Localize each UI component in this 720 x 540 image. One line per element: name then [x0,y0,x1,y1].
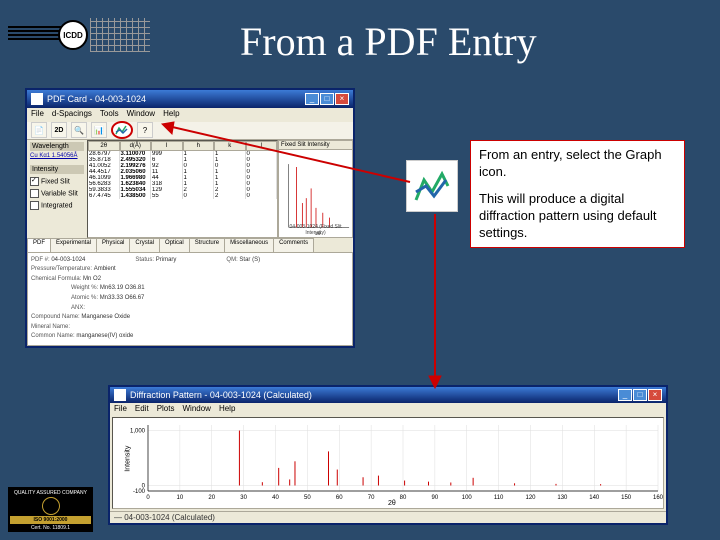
svg-text:130: 130 [557,495,568,501]
toolbar-btn-1[interactable]: 📄 [31,122,47,138]
svg-text:120: 120 [525,495,536,501]
pdf-card-title: PDF Card - 04-003-1024 [47,94,146,104]
close-button[interactable]: × [335,93,349,105]
svg-text:90: 90 [432,495,439,501]
tab-crystal[interactable]: Crystal [129,238,160,252]
table-row[interactable]: 67.47451.43850055020 [88,193,277,199]
svg-text:110: 110 [494,495,504,501]
svg-text:60: 60 [336,495,343,501]
diffraction-menubar: File Edit Plots Window Help [110,403,666,415]
svg-text:20: 20 [208,495,215,501]
maximize-button[interactable]: □ [633,389,647,401]
tab-optical[interactable]: Optical [159,238,190,252]
svg-text:70: 70 [368,495,375,501]
intensity-header: Intensity [30,165,84,174]
x-axis-label: 2θ [388,500,396,507]
svg-text:100: 100 [462,495,473,501]
svg-text:30: 30 [240,495,247,501]
toolbar-btn-3[interactable]: 🔍 [71,122,87,138]
quality-badge: QUALITY ASSURED COMPANY ISO 9001:2000 Ce… [8,487,93,532]
diffraction-plot[interactable]: Intensity 0 10 20 30 40 50 60 70 80 90 100 110 120 13… [112,417,664,509]
callout-text-2: This will produce a digital diffraction … [479,191,676,242]
fixed-slit-checkbox[interactable] [30,177,39,186]
icdd-logo: ICDD [8,8,148,48]
tab-structure[interactable]: Structure [189,238,225,252]
svg-text:150: 150 [621,495,632,501]
tab-physical[interactable]: Physical [96,238,130,252]
menu-file[interactable]: File [31,109,44,121]
arrow-to-diffraction [425,214,445,389]
callout-text-1: From an entry, select the Graph icon. [479,147,676,181]
svg-text:50: 50 [304,495,311,501]
svg-text:10: 10 [177,495,184,501]
minimize-button[interactable]: _ [305,93,319,105]
svg-text:160: 160 [653,495,663,501]
toolbar-help-button[interactable]: ? [137,122,153,138]
minimize-button[interactable]: _ [618,389,632,401]
diffraction-window: Diffraction Pattern - 04-003-1024 (Calcu… [108,385,668,525]
app-icon [31,93,43,105]
instruction-callout: From an entry, select the Graph icon. Th… [470,140,685,248]
tab-misc[interactable]: Miscellaneous [224,238,274,252]
menu-plots[interactable]: Plots [157,404,175,414]
graph-icon [115,124,129,136]
close-button[interactable]: × [648,389,662,401]
slide-title: From a PDF Entry [240,18,537,65]
integrated-checkbox[interactable] [30,201,39,210]
app-icon [114,389,126,401]
tab-experimental[interactable]: Experimental [50,238,97,252]
toolbar-2d-button[interactable]: 2D [51,122,67,138]
menu-file[interactable]: File [114,404,127,414]
diffraction-title: Diffraction Pattern - 04-003-1024 (Calcu… [130,390,312,400]
svg-text:40: 40 [272,495,279,501]
menu-tools[interactable]: Tools [100,109,119,121]
logo-text: ICDD [58,20,88,50]
diffraction-chart: 0 10 20 30 40 50 60 70 80 90 100 110 120 130 140 150 160… [113,418,663,508]
pdf-card-titlebar[interactable]: PDF Card - 04-003-1024 _ □ × [27,90,353,108]
diffraction-titlebar[interactable]: Diffraction Pattern - 04-003-1024 (Calcu… [110,387,666,403]
svg-text:0: 0 [142,483,146,489]
menu-edit[interactable]: Edit [135,404,149,414]
wavelength-value[interactable]: Cu Kα1 1.54056Å [30,153,84,159]
tab-pdf[interactable]: PDF [27,238,51,252]
mini-graph-caption: 04-003-1024 (Fixed Slit Intensity) [279,224,352,236]
menu-window[interactable]: Window [127,109,155,121]
svg-text:-100: -100 [133,489,146,495]
maximize-button[interactable]: □ [320,93,334,105]
svg-text:140: 140 [589,495,600,501]
svg-text:1,000: 1,000 [130,428,146,434]
svg-text:80: 80 [400,495,407,501]
y-axis-label: Intensity [125,446,132,472]
diffraction-statusbar: — 04-003-1024 (Calculated) [110,511,666,523]
menu-help[interactable]: Help [219,404,235,414]
settings-panel: Wavelength Cu Kα1 1.54056Å Intensity Fix… [27,140,87,238]
arrow-to-graph-icon [160,120,420,190]
menu-window[interactable]: Window [182,404,210,414]
toolbar-btn-4[interactable]: 📊 [91,122,107,138]
wavelength-header: Wavelength [30,142,84,151]
graph-icon-button[interactable] [111,121,133,139]
menu-help[interactable]: Help [163,109,179,121]
menu-dspacings[interactable]: d-Spacings [52,109,92,121]
details-panel: PDF #: 04-003-1024 Status: Primary QM: S… [27,252,353,346]
variable-slit-checkbox[interactable] [30,189,39,198]
svg-text:0: 0 [146,495,150,501]
